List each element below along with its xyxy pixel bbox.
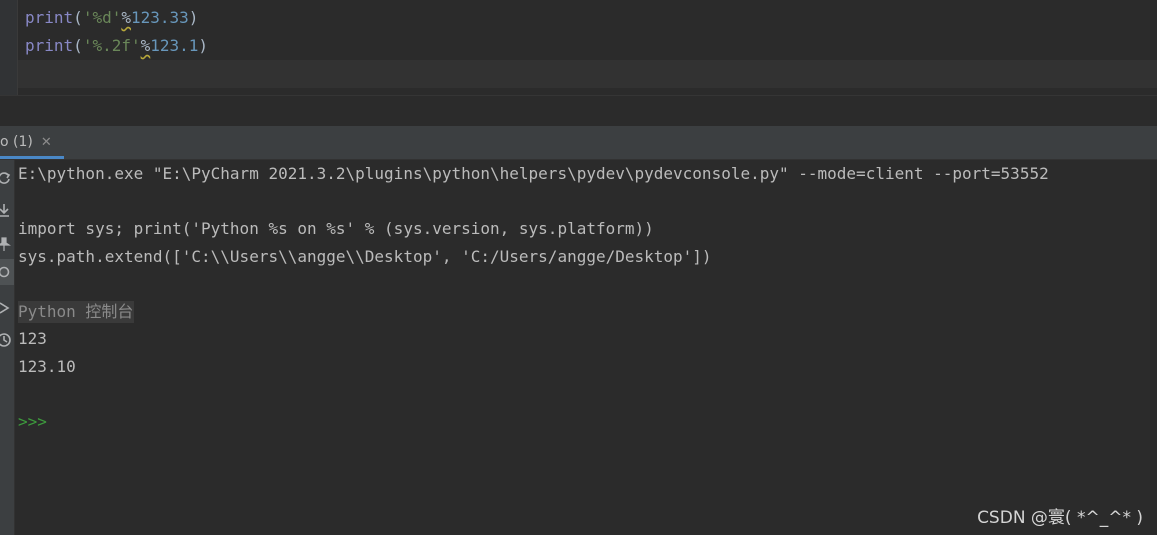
code-string: '%d' bbox=[82, 8, 122, 27]
code-line-2[interactable]: print('%.2f'%123.1) bbox=[25, 34, 208, 58]
code-operator: % bbox=[121, 8, 131, 27]
code-paren-open: ( bbox=[73, 36, 83, 55]
code-paren-open: ( bbox=[73, 8, 83, 27]
rerun-icon[interactable] bbox=[0, 170, 12, 186]
pin-icon[interactable] bbox=[0, 236, 12, 252]
console-line-import: import sys; print('Python %s on %s' % (s… bbox=[18, 219, 654, 238]
console-line-command: E:\python.exe "E:\PyCharm 2021.3.2\plugi… bbox=[18, 164, 1049, 183]
close-icon[interactable]: ✕ bbox=[41, 135, 52, 150]
watch-icon[interactable] bbox=[0, 264, 12, 280]
panel-divider[interactable] bbox=[0, 95, 1157, 126]
execute-icon[interactable] bbox=[0, 300, 12, 316]
history-icon[interactable] bbox=[0, 332, 12, 348]
scroll-to-end-icon[interactable] bbox=[0, 202, 12, 218]
current-line-highlight bbox=[18, 60, 1157, 88]
console-toolbar bbox=[0, 160, 15, 535]
tab-label: o (1) bbox=[0, 134, 33, 150]
code-editor[interactable]: print('%d'%123.33) print('%.2f'%123.1) bbox=[0, 0, 1157, 95]
console-line-syspath: sys.path.extend(['C:\\Users\\angge\\Desk… bbox=[18, 247, 712, 266]
code-line-1[interactable]: print('%d'%123.33) bbox=[25, 6, 198, 30]
console-prompt[interactable]: >>> bbox=[18, 411, 47, 433]
editor-gutter bbox=[0, 0, 18, 95]
code-fn: print bbox=[25, 36, 74, 55]
code-string: '%.2f' bbox=[82, 36, 141, 55]
code-paren-close: ) bbox=[198, 36, 209, 55]
code-number: 123.1 bbox=[150, 36, 199, 55]
code-operator: % bbox=[140, 36, 151, 55]
console-output-line: 123 bbox=[18, 329, 47, 348]
console-output[interactable] bbox=[18, 160, 1157, 535]
code-paren-close: ) bbox=[188, 8, 199, 27]
watermark: CSDN @寰( *^_^* ) bbox=[977, 508, 1143, 528]
console-output-line: 123.10 bbox=[18, 357, 76, 376]
code-number: 123.33 bbox=[130, 8, 189, 27]
console-banner: Python 控制台 bbox=[18, 301, 135, 323]
console-tab-bar: o (1) ✕ bbox=[0, 126, 1157, 160]
tab-python-console[interactable]: o (1) ✕ bbox=[0, 126, 64, 159]
code-fn: print bbox=[25, 8, 74, 27]
